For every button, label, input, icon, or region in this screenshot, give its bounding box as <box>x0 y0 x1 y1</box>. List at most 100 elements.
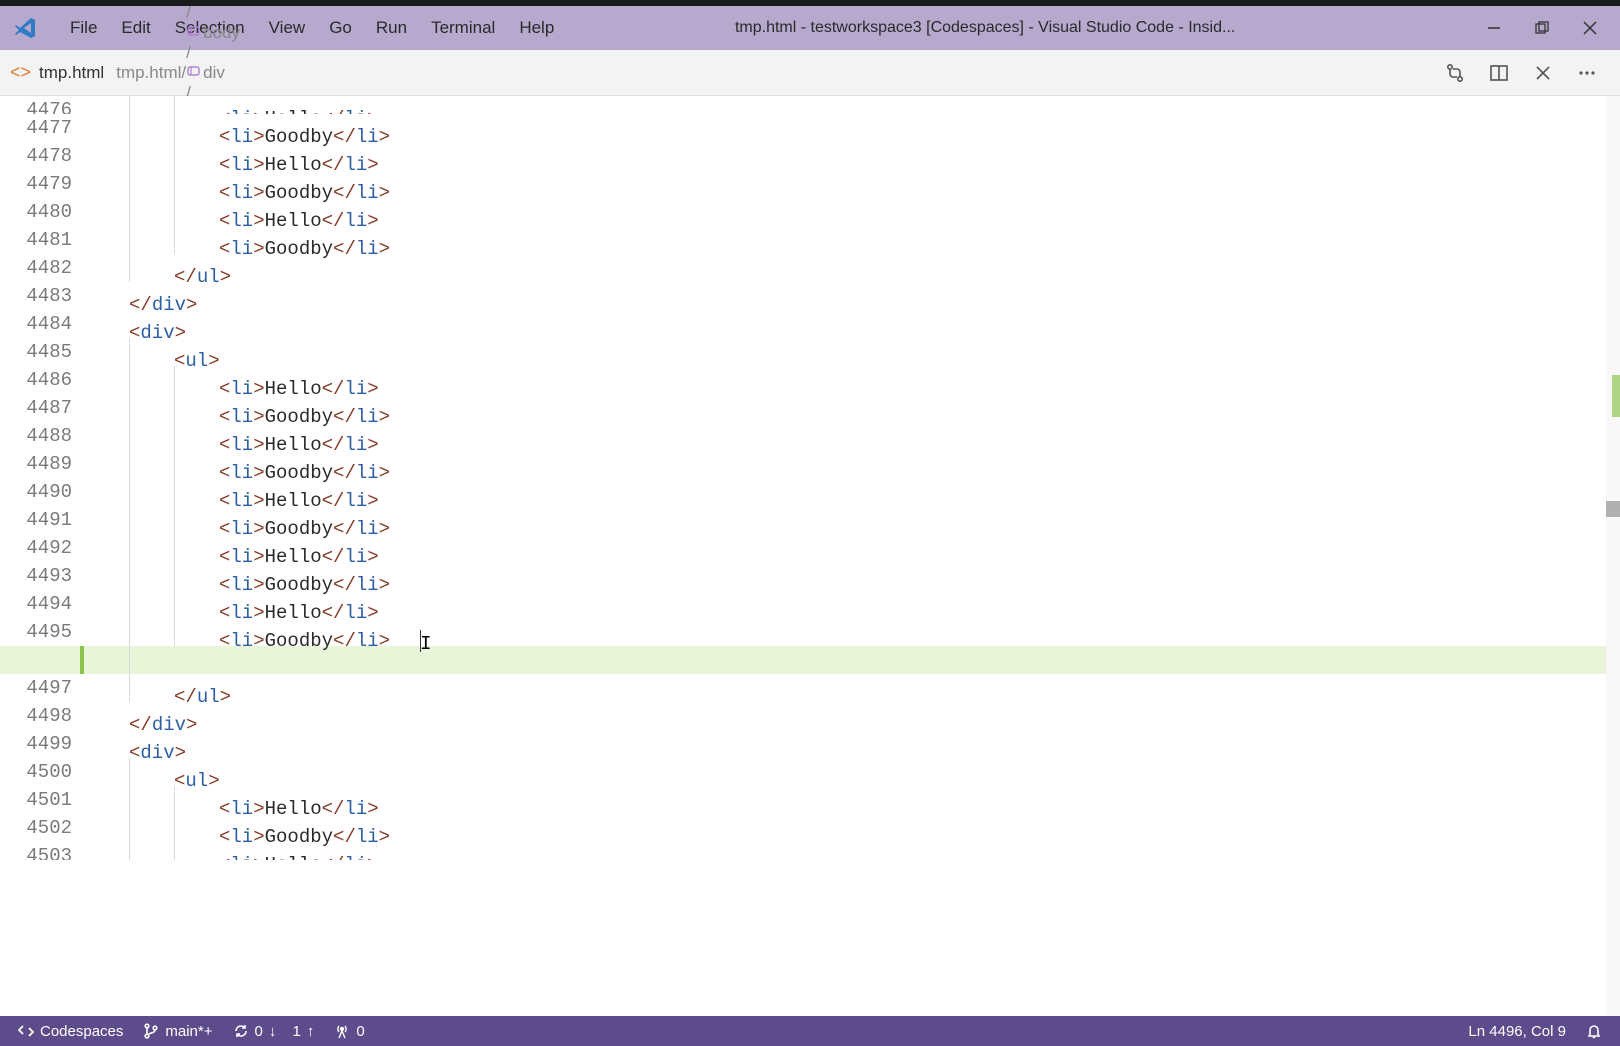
code-line[interactable]: <li>Hello</li> <box>84 786 1620 814</box>
code-area[interactable]: <li>Hello</li><li>Goodby</li><li>Hello</… <box>84 96 1620 860</box>
cursor-position-button[interactable]: Ln 4496, Col 9 <box>1458 1023 1576 1040</box>
line-number[interactable]: 4492 <box>0 534 72 562</box>
menu-file[interactable]: File <box>58 12 109 44</box>
breadcrumb-html[interactable]: html <box>186 0 240 3</box>
code-line[interactable]: <li>Hello</li> <box>84 422 1620 450</box>
html-file-icon: <> <box>10 62 31 83</box>
line-number[interactable]: 4479 <box>0 170 72 198</box>
code-line[interactable]: <ul> <box>84 338 1620 366</box>
code-line[interactable]: <li>Goodby</li>I <box>84 618 1620 646</box>
code-line[interactable]: </div> <box>84 282 1620 310</box>
down-arrow-icon: ↓ <box>269 1023 277 1040</box>
symbol-icon <box>186 23 201 42</box>
line-number[interactable]: 4486 <box>0 366 72 394</box>
code-line[interactable]: </ul> <box>84 674 1620 702</box>
line-number[interactable]: 4500 <box>0 758 72 786</box>
line-number[interactable]: 4481 <box>0 226 72 254</box>
close-tab-icon[interactable] <box>1532 62 1554 84</box>
text-cursor: I <box>420 630 421 652</box>
editor[interactable]: 4476447744784479448044814482448344844485… <box>0 96 1620 1016</box>
compare-changes-icon[interactable] <box>1444 62 1466 84</box>
remote-icon <box>18 1023 34 1039</box>
line-number[interactable]: 4480 <box>0 198 72 226</box>
code-line[interactable]: <li>Goodby</li> <box>84 170 1620 198</box>
line-number[interactable]: 4494 <box>0 590 72 618</box>
problems-button[interactable]: 0 <box>324 1016 374 1046</box>
line-number[interactable]: 4484 <box>0 310 72 338</box>
line-number-gutter[interactable]: 4476447744784479448044814482448344844485… <box>0 96 84 860</box>
up-arrow-icon: ↑ <box>307 1023 315 1040</box>
more-actions-icon[interactable] <box>1576 62 1598 84</box>
codespaces-label: Codespaces <box>40 1023 123 1040</box>
menu-go[interactable]: Go <box>317 12 364 44</box>
code-line[interactable]: <li>Hello</li> <box>84 142 1620 170</box>
line-number[interactable]: 4488 <box>0 422 72 450</box>
cursor-position: Ln 4496, Col 9 <box>1468 1023 1566 1040</box>
line-number[interactable]: 4489 <box>0 450 72 478</box>
close-window-button[interactable] <box>1580 18 1600 38</box>
menubar: FileEditSelectionViewGoRunTerminalHelp t… <box>0 6 1620 50</box>
minimap-viewport[interactable] <box>1606 501 1620 517</box>
maximize-button[interactable] <box>1532 18 1552 38</box>
line-number[interactable]: 4503 <box>0 842 72 860</box>
line-number[interactable]: 4483 <box>0 282 72 310</box>
minimap[interactable] <box>1606 96 1620 1016</box>
line-number[interactable]: 4498 <box>0 702 72 730</box>
code-line[interactable]: <li>Goodby</li> <box>84 450 1620 478</box>
breadcrumb-div[interactable]: div <box>186 63 240 83</box>
line-number[interactable]: 4490 <box>0 478 72 506</box>
minimize-button[interactable] <box>1484 18 1504 38</box>
code-line[interactable]: <div> <box>84 730 1620 758</box>
menu-view[interactable]: View <box>257 12 318 44</box>
code-line[interactable]: </div> <box>84 702 1620 730</box>
split-editor-icon[interactable] <box>1488 62 1510 84</box>
radio-tower-icon <box>334 1023 350 1039</box>
bell-icon <box>1586 1023 1602 1039</box>
line-number[interactable]: 4491 <box>0 506 72 534</box>
code-line[interactable]: <li>Hello</li> <box>84 842 1620 860</box>
line-number[interactable]: 4487 <box>0 394 72 422</box>
line-number[interactable]: 4482 <box>0 254 72 282</box>
sync-icon <box>233 1023 249 1039</box>
line-number[interactable]: 4493 <box>0 562 72 590</box>
code-line[interactable]: <li>Hello</li> <box>84 590 1620 618</box>
code-line[interactable]: <ul> <box>84 758 1620 786</box>
sync-down-count: 0 <box>255 1023 263 1040</box>
branch-name: main*+ <box>165 1023 212 1040</box>
remote-codespaces-button[interactable]: Codespaces <box>8 1016 133 1046</box>
code-line[interactable]: <li>Goodby</li> <box>84 562 1620 590</box>
breadcrumb-prefix: tmp.html/ <box>116 63 186 83</box>
git-branch-button[interactable]: main*+ <box>133 1016 222 1046</box>
branch-icon <box>143 1023 159 1039</box>
code-line[interactable]: <li>Hello</li> <box>84 198 1620 226</box>
line-number[interactable]: 4478 <box>0 142 72 170</box>
vscode-logo-icon <box>12 14 40 42</box>
line-number[interactable]: 4485 <box>0 338 72 366</box>
breadcrumb-body[interactable]: body <box>186 23 240 43</box>
code-line[interactable]: <li>Hello</li> <box>84 534 1620 562</box>
statusbar: Codespaces main*+ 0↓ 1↑ 0 Ln 4496, Col 9 <box>0 1016 1620 1046</box>
code-line[interactable]: <li>Hello</li> <box>84 96 1620 114</box>
code-line[interactable]: <li>Goodby</li> <box>84 506 1620 534</box>
notifications-button[interactable] <box>1576 1023 1612 1039</box>
code-line[interactable]: <li>Hello</li> <box>84 366 1620 394</box>
line-number[interactable]: 4476 <box>0 96 72 114</box>
tabbar: <> tmp.html tmp.html/ html/body/div/ul/l… <box>0 50 1620 96</box>
line-number[interactable]: 4501 <box>0 786 72 814</box>
line-number[interactable]: 4499 <box>0 730 72 758</box>
window-title: tmp.html - testworkspace3 [Codespaces] -… <box>486 19 1484 37</box>
git-sync-button[interactable]: 0↓ 1↑ <box>223 1016 325 1046</box>
code-line[interactable]: <li>Goodby</li> <box>84 394 1620 422</box>
problems-count: 0 <box>356 1023 364 1040</box>
menu-run[interactable]: Run <box>364 12 419 44</box>
line-number[interactable]: 4497 <box>0 674 72 702</box>
code-line[interactable]: <div> <box>84 310 1620 338</box>
tab-filename[interactable]: tmp.html <box>39 63 104 83</box>
line-number[interactable]: 4502 <box>0 814 72 842</box>
code-line[interactable]: <li>Goodby</li> <box>84 814 1620 842</box>
line-number[interactable]: 4495 <box>0 618 72 646</box>
code-line[interactable]: <li>Hello</li> <box>84 478 1620 506</box>
code-line[interactable]: <li>Goodby</li> <box>84 114 1620 142</box>
code-line[interactable]: <li>Goodby</li> <box>84 226 1620 254</box>
line-number[interactable]: 4477 <box>0 114 72 142</box>
